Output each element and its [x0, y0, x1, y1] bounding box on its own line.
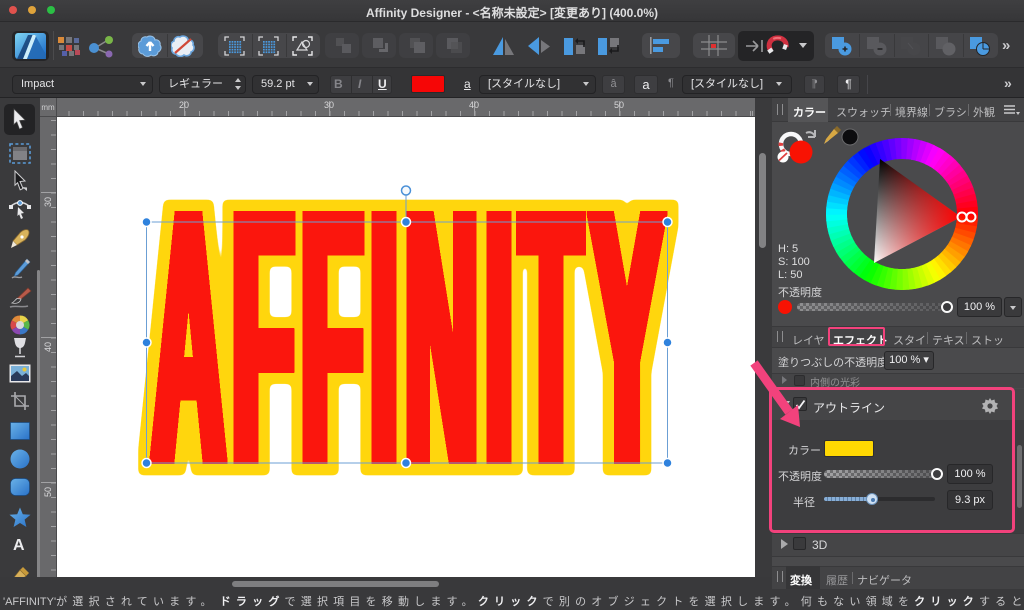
- svg-text:Y: Y: [590, 134, 664, 539]
- svg-text:T: T: [520, 134, 582, 539]
- svg-text:F: F: [301, 134, 363, 539]
- svg-text:I: I: [485, 134, 513, 539]
- svg-text:A: A: [152, 134, 225, 539]
- svg-text:I: I: [370, 134, 398, 539]
- svg-text:N: N: [405, 134, 478, 539]
- svg-text:F: F: [232, 134, 294, 539]
